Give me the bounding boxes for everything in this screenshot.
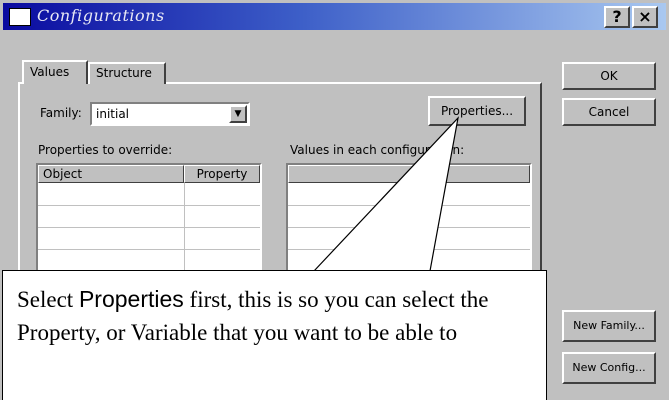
callout-text-before: Select — [17, 287, 79, 312]
callout-highlight: Properties — [78, 286, 184, 312]
callout-text: Select Properties first, this is so you … — [17, 283, 537, 349]
callout-box: Select Properties first, this is so you … — [2, 270, 547, 400]
configurations-dialog: Configurations ? × Values Structure Fami… — [0, 0, 669, 400]
